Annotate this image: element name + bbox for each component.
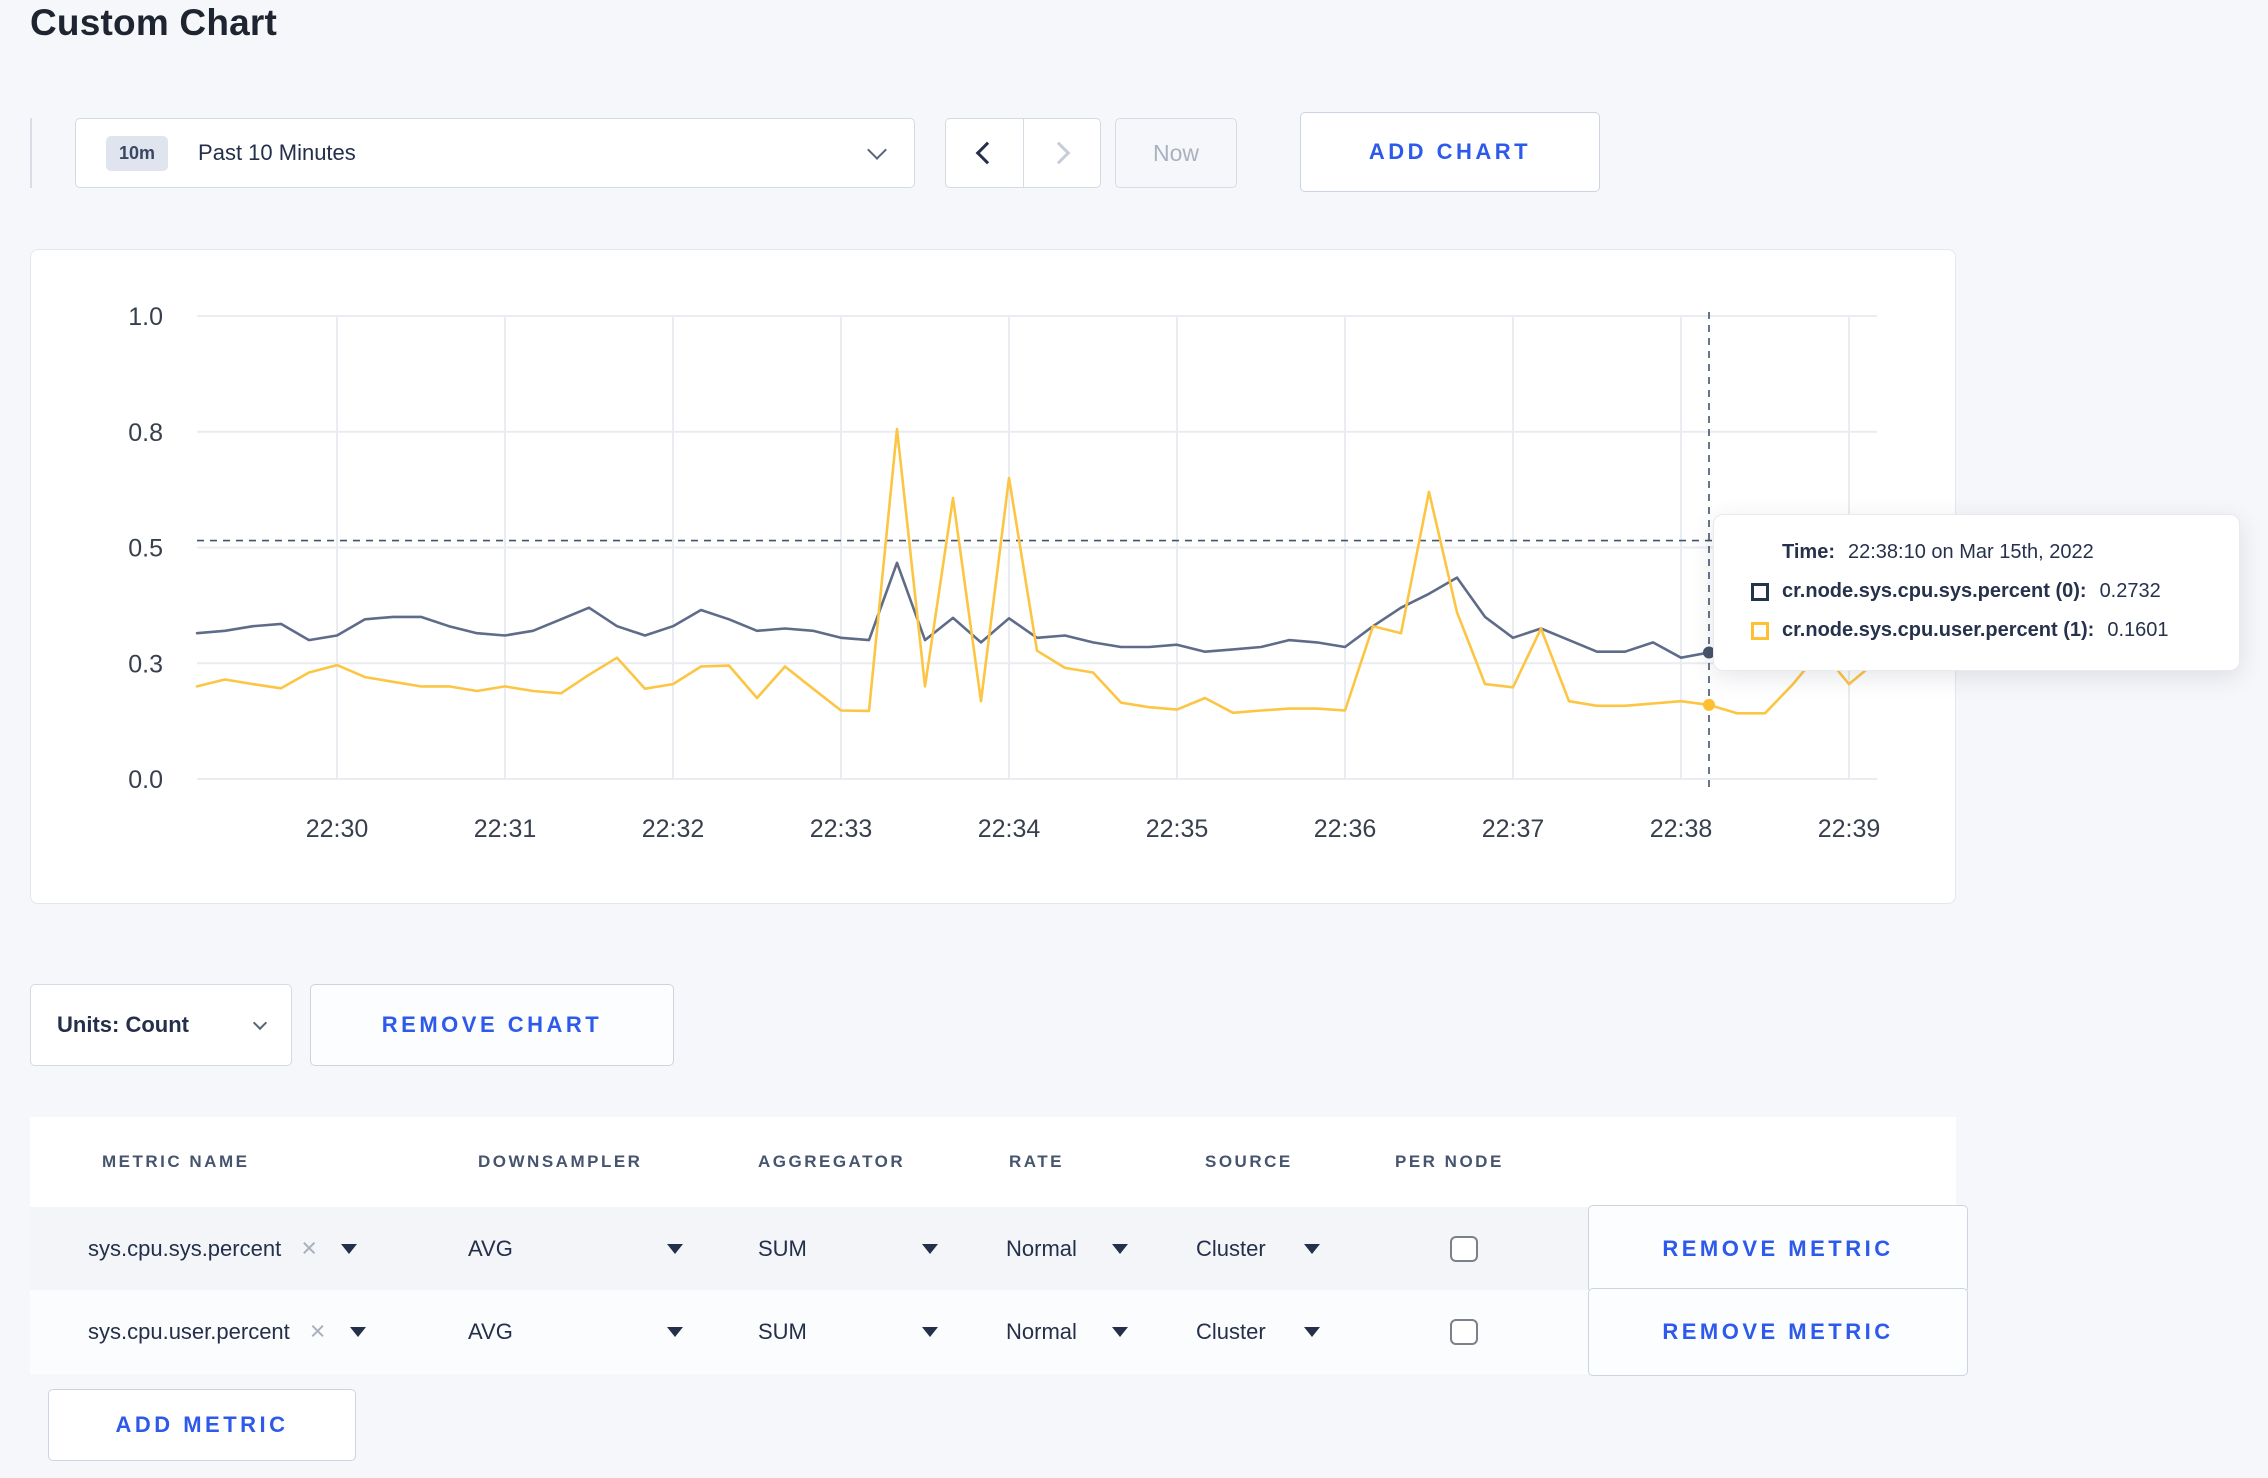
caret-down-icon bbox=[667, 1243, 683, 1254]
next-time-button[interactable] bbox=[1024, 119, 1101, 187]
x-axis-tick-label: 22:33 bbox=[810, 815, 873, 843]
units-label: Units: Count bbox=[57, 1012, 189, 1037]
remove-metric-button[interactable]: REMOVE METRIC bbox=[1588, 1204, 1968, 1293]
rate-select[interactable]: Normal bbox=[1006, 1207, 1128, 1290]
caret-down-icon bbox=[667, 1326, 683, 1337]
source-value: Cluster bbox=[1196, 1235, 1266, 1261]
per-node-checkbox[interactable] bbox=[1450, 1318, 1478, 1345]
time-range-label: Past 10 Minutes bbox=[198, 140, 356, 165]
caret-down-icon bbox=[349, 1326, 366, 1337]
tooltip-series-0-value: 0.2732 bbox=[2099, 580, 2161, 602]
x-axis-tick-label: 22:31 bbox=[474, 815, 537, 843]
downsampler-value: AVG bbox=[468, 1318, 513, 1344]
col-header-per-node: PER NODE bbox=[1395, 1152, 1504, 1171]
page-title: Custom Chart bbox=[30, 2, 278, 43]
caret-down-icon bbox=[1112, 1326, 1128, 1337]
chevron-left-icon bbox=[975, 141, 999, 165]
tooltip-series-1-value: 0.1601 bbox=[2107, 619, 2169, 641]
downsampler-select[interactable]: AVG bbox=[468, 1207, 683, 1290]
units-dropdown[interactable]: Units: Count bbox=[30, 984, 292, 1066]
tooltip-time-label: Time: bbox=[1782, 541, 1835, 563]
series-1-swatch-icon bbox=[1751, 621, 1769, 640]
col-header-rate: RATE bbox=[1009, 1152, 1065, 1171]
time-range-dropdown[interactable]: 10m Past 10 Minutes bbox=[75, 118, 915, 188]
table-row: sys.cpu.user.percent × AVG SUM Normal Cl… bbox=[30, 1287, 1968, 1376]
now-button[interactable]: Now bbox=[1115, 118, 1237, 188]
x-axis-tick-label: 22:32 bbox=[642, 815, 705, 843]
caret-down-icon bbox=[922, 1326, 938, 1337]
source-value: Cluster bbox=[1196, 1318, 1266, 1344]
rate-value: Normal bbox=[1006, 1235, 1077, 1261]
time-pager bbox=[945, 118, 1101, 188]
metric-select[interactable]: sys.cpu.sys.percent × bbox=[88, 1207, 357, 1290]
rate-value: Normal bbox=[1006, 1318, 1077, 1344]
aggregator-select[interactable]: SUM bbox=[758, 1207, 938, 1290]
series-line-1 bbox=[195, 427, 1879, 715]
metric-select[interactable]: sys.cpu.user.percent × bbox=[88, 1290, 366, 1373]
chart-card: 0.0 0.3 0.5 0.8 1.0 22:30 22:31 22:32 22:33 22:34… bbox=[30, 249, 1956, 904]
source-select[interactable]: Cluster bbox=[1196, 1207, 1320, 1290]
aggregator-value: SUM bbox=[758, 1318, 807, 1344]
x-axis-tick-label: 22:30 bbox=[306, 815, 369, 843]
col-header-downsampler: DOWNSAMPLER bbox=[478, 1152, 643, 1171]
col-header-metric-name: METRIC NAME bbox=[102, 1152, 250, 1171]
tooltip-time-row: Time: 22:38:10 on Mar 15th, 2022 bbox=[1751, 541, 2211, 564]
x-axis-tick-label: 22:34 bbox=[978, 815, 1041, 843]
x-axis-tick-label: 22:38 bbox=[1650, 815, 1713, 843]
metrics-table: METRIC NAME DOWNSAMPLER AGGREGATOR RATE … bbox=[30, 1117, 1968, 1376]
aggregator-value: SUM bbox=[758, 1235, 807, 1261]
chart-tooltip: Time: 22:38:10 on Mar 15th, 2022 cr.node… bbox=[1713, 514, 2240, 671]
chevron-down-icon bbox=[867, 139, 887, 160]
y-axis-tick-label: 0.8 bbox=[128, 419, 163, 447]
prev-time-button[interactable] bbox=[946, 119, 1024, 187]
col-header-aggregator: AGGREGATOR bbox=[758, 1152, 906, 1171]
per-node-checkbox[interactable] bbox=[1450, 1235, 1478, 1262]
metric-name: sys.cpu.sys.percent bbox=[88, 1235, 282, 1261]
x-axis-tick-label: 22:39 bbox=[1818, 815, 1881, 843]
downsampler-select[interactable]: AVG bbox=[468, 1290, 683, 1373]
chevron-down-icon bbox=[252, 1015, 268, 1031]
chevron-right-icon bbox=[1047, 141, 1071, 165]
metrics-table-header: METRIC NAME DOWNSAMPLER AGGREGATOR RATE … bbox=[30, 1117, 1956, 1207]
remove-metric-button[interactable]: REMOVE METRIC bbox=[1588, 1287, 1968, 1376]
col-header-source: SOURCE bbox=[1205, 1152, 1293, 1171]
y-axis-tick-label: 0.5 bbox=[128, 535, 163, 563]
caret-down-icon bbox=[340, 1243, 357, 1254]
x-axis-tick-label: 22:36 bbox=[1314, 815, 1377, 843]
clear-metric-icon[interactable]: × bbox=[301, 1235, 317, 1262]
series-0-swatch-icon bbox=[1751, 582, 1769, 601]
metric-name: sys.cpu.user.percent bbox=[88, 1318, 290, 1344]
chart-svg[interactable]: 0.0 0.3 0.5 0.8 1.0 22:30 22:31 22:32 22:33 22:34… bbox=[31, 250, 1955, 903]
clear-metric-icon[interactable]: × bbox=[310, 1318, 326, 1345]
y-axis-tick-label: 0.0 bbox=[128, 766, 163, 794]
remove-chart-button[interactable]: REMOVE CHART bbox=[310, 984, 674, 1066]
downsampler-value: AVG bbox=[468, 1235, 513, 1261]
caret-down-icon bbox=[1304, 1326, 1320, 1337]
rate-select[interactable]: Normal bbox=[1006, 1290, 1128, 1373]
table-row: sys.cpu.sys.percent × AVG SUM Normal Clu… bbox=[30, 1204, 1968, 1293]
hover-dot-1 bbox=[1703, 698, 1715, 711]
toolbar-divider bbox=[30, 118, 32, 188]
add-chart-button[interactable]: ADD CHART bbox=[1300, 112, 1600, 192]
x-axis-tick-label: 22:37 bbox=[1482, 815, 1545, 843]
tooltip-series-0-label: cr.node.sys.cpu.sys.percent (0): bbox=[1782, 580, 2087, 602]
tooltip-series-row: cr.node.sys.cpu.sys.percent (0): 0.2732 bbox=[1751, 580, 2211, 603]
x-axis-tick-label: 22:35 bbox=[1146, 815, 1209, 843]
tooltip-series-1-label: cr.node.sys.cpu.user.percent (1): bbox=[1782, 619, 2095, 641]
y-axis-tick-label: 1.0 bbox=[128, 303, 163, 331]
caret-down-icon bbox=[1304, 1243, 1320, 1254]
time-range-badge: 10m bbox=[106, 135, 169, 171]
source-select[interactable]: Cluster bbox=[1196, 1290, 1320, 1373]
aggregator-select[interactable]: SUM bbox=[758, 1290, 938, 1373]
caret-down-icon bbox=[1112, 1243, 1128, 1254]
tooltip-series-row: cr.node.sys.cpu.user.percent (1): 0.1601 bbox=[1751, 619, 2211, 642]
y-axis-tick-label: 0.3 bbox=[128, 650, 163, 678]
tooltip-time-value: 22:38:10 on Mar 15th, 2022 bbox=[1847, 541, 2094, 563]
caret-down-icon bbox=[922, 1243, 938, 1254]
add-metric-button[interactable]: ADD METRIC bbox=[48, 1389, 356, 1461]
